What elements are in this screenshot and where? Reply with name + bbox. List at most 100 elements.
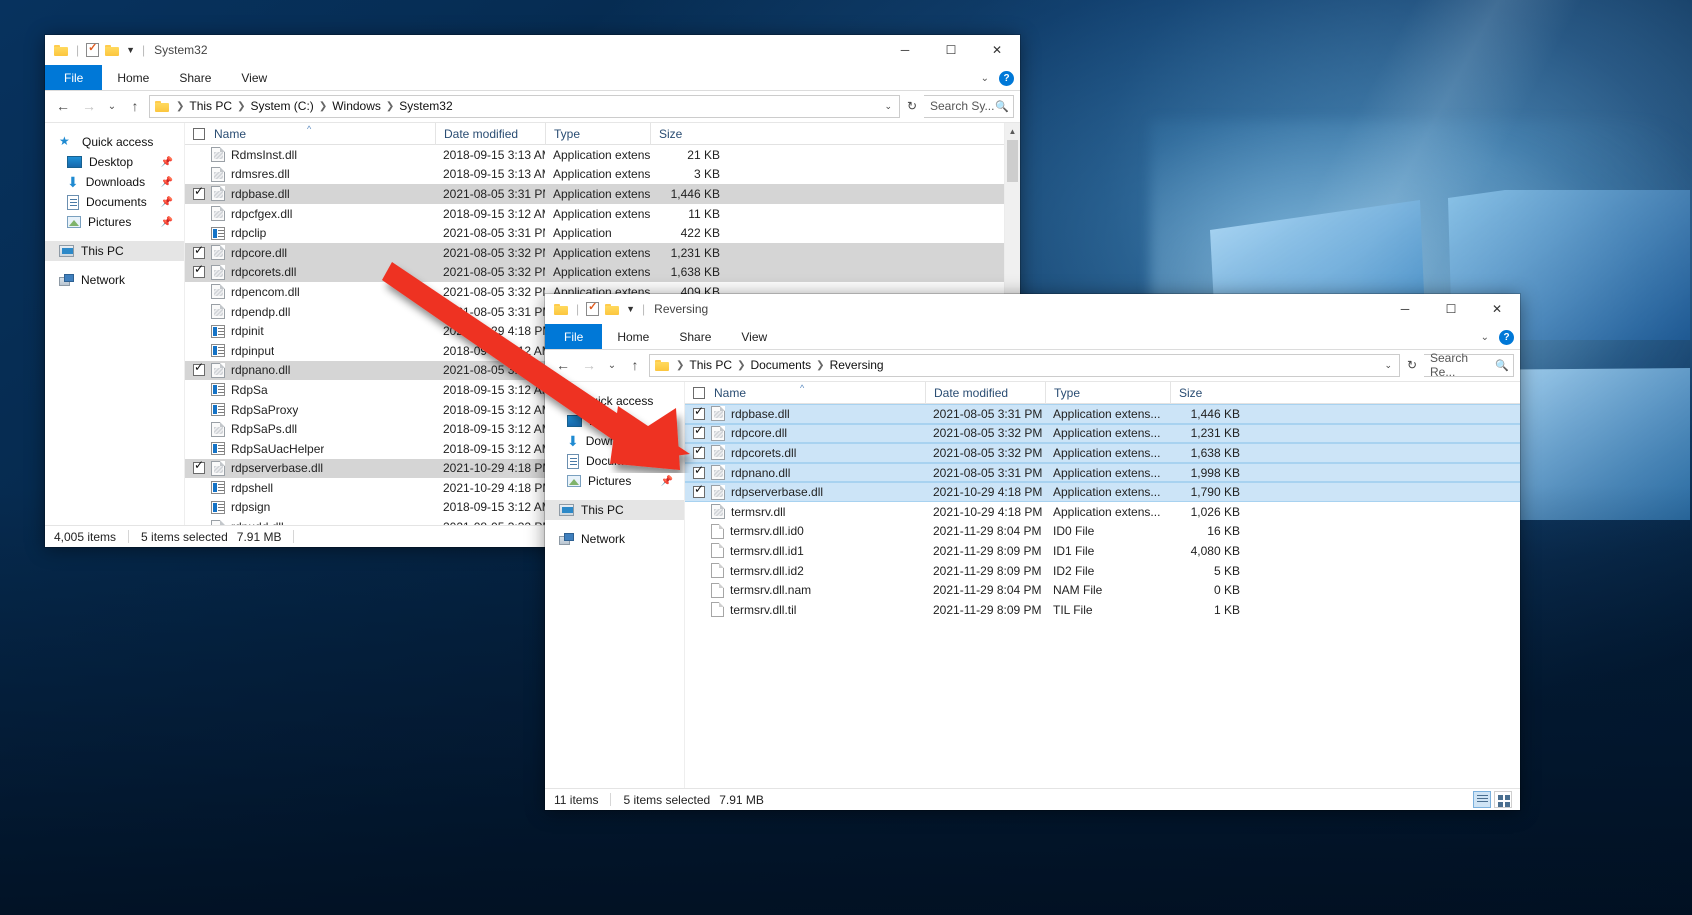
row-checkbox[interactable] bbox=[193, 247, 205, 259]
window1-column-headers[interactable]: Name ^ Date modified Type Size bbox=[185, 123, 1004, 145]
cell-name[interactable]: rdpencom.dll bbox=[185, 284, 435, 299]
table-row[interactable]: rdpbase.dll2021-08-05 3:31 PMApplication… bbox=[185, 184, 1004, 204]
column-header-type[interactable]: Type bbox=[1045, 382, 1170, 404]
sidebar-item-downloads[interactable]: ⬇ Downloads 📌 bbox=[545, 431, 684, 451]
cell-name[interactable]: RdmsInst.dll bbox=[185, 147, 435, 162]
cell-name[interactable]: rdpcore.dll bbox=[685, 426, 925, 441]
window2-quick-access-toolbar[interactable]: | ▼ | bbox=[554, 302, 646, 316]
tab-home[interactable]: Home bbox=[602, 324, 664, 349]
row-checkbox[interactable] bbox=[693, 467, 705, 479]
cell-name[interactable]: RdpSaProxy bbox=[185, 403, 435, 417]
window1-ribbon-tabs[interactable]: File Home Share View ⌄ ? bbox=[45, 65, 1020, 91]
table-row[interactable]: rdpcorets.dll2021-08-05 3:32 PMApplicati… bbox=[685, 443, 1520, 463]
properties-icon[interactable] bbox=[86, 43, 99, 57]
search-input[interactable]: Search Re... 🔍 bbox=[1424, 354, 1514, 377]
table-row[interactable]: termsrv.dll.nam2021-11-29 8:04 PMNAM Fil… bbox=[685, 580, 1520, 600]
forward-button[interactable]: → bbox=[577, 353, 601, 377]
cell-name[interactable]: rdpcfgex.dll bbox=[185, 206, 435, 221]
cell-name[interactable]: rdmsres.dll bbox=[185, 167, 435, 182]
refresh-button[interactable]: ↻ bbox=[1402, 358, 1422, 372]
address-bar[interactable]: ❯ This PC ❯ Documents ❯ Reversing ⌄ bbox=[649, 354, 1400, 377]
select-all-checkbox[interactable] bbox=[693, 387, 705, 399]
pin-icon[interactable]: 📌 bbox=[161, 197, 173, 208]
tab-home[interactable]: Home bbox=[102, 65, 164, 90]
minimize-button[interactable]: ─ bbox=[1382, 294, 1428, 324]
window2-address-row[interactable]: ← → ⌄ ↑ ❯ This PC ❯ Documents ❯ Reversin… bbox=[545, 350, 1520, 381]
sidebar-item-downloads[interactable]: ⬇ Downloads 📌 bbox=[45, 172, 184, 192]
row-checkbox[interactable] bbox=[693, 408, 705, 420]
window1-ribbon-right[interactable]: ⌄ ? bbox=[981, 65, 1014, 91]
table-row[interactable]: rdpcorets.dll2021-08-05 3:32 PMApplicati… bbox=[185, 263, 1004, 283]
pin-icon[interactable]: 📌 bbox=[661, 456, 673, 467]
cell-name[interactable]: rdpendp.dll bbox=[185, 304, 435, 319]
close-button[interactable]: ✕ bbox=[1474, 294, 1520, 324]
cell-name[interactable]: RdpSaPs.dll bbox=[185, 422, 435, 437]
sidebar-item-documents[interactable]: Documents 📌 bbox=[545, 451, 684, 471]
window2-controls[interactable]: ─ ☐ ✕ bbox=[1382, 294, 1520, 324]
sidebar-item-this-pc[interactable]: This PC bbox=[545, 500, 684, 520]
cell-name[interactable]: rdpbase.dll bbox=[185, 186, 435, 201]
window2-sidebar[interactable]: ★ Quick access Desktop 📌 ⬇ Downloads 📌 D… bbox=[545, 382, 685, 788]
table-row[interactable]: RdmsInst.dll2018-09-15 3:13 AMApplicatio… bbox=[185, 145, 1004, 165]
maximize-button[interactable]: ☐ bbox=[1428, 294, 1474, 324]
table-row[interactable]: rdmsres.dll2018-09-15 3:13 AMApplication… bbox=[185, 165, 1004, 185]
new-folder-icon[interactable] bbox=[605, 303, 620, 315]
breadcrumb-item-this-pc[interactable]: This PC bbox=[689, 358, 732, 372]
large-icons-view-button[interactable] bbox=[1494, 791, 1512, 808]
scroll-up-arrow[interactable]: ▲ bbox=[1005, 123, 1020, 139]
column-header-date-modified[interactable]: Date modified bbox=[925, 382, 1045, 404]
new-folder-icon[interactable] bbox=[105, 44, 120, 56]
row-checkbox[interactable] bbox=[193, 364, 205, 376]
table-row[interactable]: termsrv.dll.id02021-11-29 8:04 PMID0 Fil… bbox=[685, 522, 1520, 542]
sidebar-item-pictures[interactable]: Pictures 📌 bbox=[545, 471, 684, 491]
address-bar[interactable]: ❯ This PC ❯ System (C:) ❯ Windows ❯ Syst… bbox=[149, 95, 900, 118]
sidebar-item-desktop[interactable]: Desktop 📌 bbox=[545, 411, 684, 431]
up-button[interactable]: ↑ bbox=[123, 94, 147, 118]
window1-controls[interactable]: ─ ☐ ✕ bbox=[882, 35, 1020, 65]
cell-name[interactable]: termsrv.dll.id1 bbox=[685, 543, 925, 558]
recent-locations-button[interactable]: ⌄ bbox=[103, 94, 121, 118]
cell-name[interactable]: rdpnano.dll bbox=[185, 363, 435, 378]
row-checkbox[interactable] bbox=[193, 462, 205, 474]
column-header-date-modified[interactable]: Date modified bbox=[435, 123, 545, 145]
table-row[interactable]: termsrv.dll2021-10-29 4:18 PMApplication… bbox=[685, 502, 1520, 522]
row-checkbox[interactable] bbox=[193, 266, 205, 278]
row-checkbox[interactable] bbox=[693, 427, 705, 439]
close-button[interactable]: ✕ bbox=[974, 35, 1020, 65]
explorer-window-reversing[interactable]: | ▼ | Reversing ─ ☐ ✕ File Home Share Vi… bbox=[545, 294, 1520, 810]
cell-name[interactable]: RdpSa bbox=[185, 383, 435, 397]
sidebar-item-desktop[interactable]: Desktop 📌 bbox=[45, 152, 184, 172]
cell-name[interactable]: rdpcorets.dll bbox=[685, 445, 925, 460]
properties-icon[interactable] bbox=[586, 302, 599, 316]
search-icon[interactable]: 🔍 bbox=[1495, 359, 1509, 372]
row-checkbox[interactable] bbox=[693, 486, 705, 498]
pin-icon[interactable]: 📌 bbox=[661, 416, 673, 427]
column-header-name[interactable]: Name ^ bbox=[685, 382, 925, 404]
recent-locations-button[interactable]: ⌄ bbox=[603, 353, 621, 377]
help-icon[interactable]: ? bbox=[1499, 330, 1514, 345]
breadcrumb[interactable]: ❯ This PC ❯ System (C:) ❯ Windows ❯ Syst… bbox=[173, 99, 876, 113]
tab-share[interactable]: Share bbox=[164, 65, 226, 90]
forward-button[interactable]: → bbox=[77, 94, 101, 118]
pin-icon[interactable]: 📌 bbox=[161, 177, 173, 188]
cell-name[interactable]: rdpbase.dll bbox=[685, 406, 925, 421]
search-icon[interactable]: 🔍 bbox=[995, 100, 1009, 113]
sidebar-item-network[interactable]: Network bbox=[45, 270, 184, 290]
cell-name[interactable]: rdpclip bbox=[185, 226, 435, 240]
table-row[interactable]: termsrv.dll.til2021-11-29 8:09 PMTIL Fil… bbox=[685, 600, 1520, 620]
column-header-type[interactable]: Type bbox=[545, 123, 650, 145]
details-view-button[interactable] bbox=[1473, 791, 1491, 808]
cell-name[interactable]: rdpnano.dll bbox=[685, 465, 925, 480]
column-header-size[interactable]: Size bbox=[650, 123, 730, 145]
window2-column-headers[interactable]: Name ^ Date modified Type Size bbox=[685, 382, 1520, 404]
refresh-button[interactable]: ↻ bbox=[902, 99, 922, 113]
chevron-up-icon[interactable]: ⌄ bbox=[981, 73, 989, 84]
column-header-name[interactable]: Name ^ bbox=[185, 123, 435, 145]
table-row[interactable]: rdpnano.dll2021-08-05 3:31 PMApplication… bbox=[685, 463, 1520, 483]
chevron-down-icon[interactable]: ▼ bbox=[626, 304, 635, 314]
cell-name[interactable]: rdpcore.dll bbox=[185, 245, 435, 260]
help-icon[interactable]: ? bbox=[999, 71, 1014, 86]
search-input[interactable]: Search Sy... 🔍 bbox=[924, 95, 1014, 118]
table-row[interactable]: termsrv.dll.id22021-11-29 8:09 PMID2 Fil… bbox=[685, 561, 1520, 581]
scrollbar-thumb[interactable] bbox=[1007, 140, 1018, 182]
